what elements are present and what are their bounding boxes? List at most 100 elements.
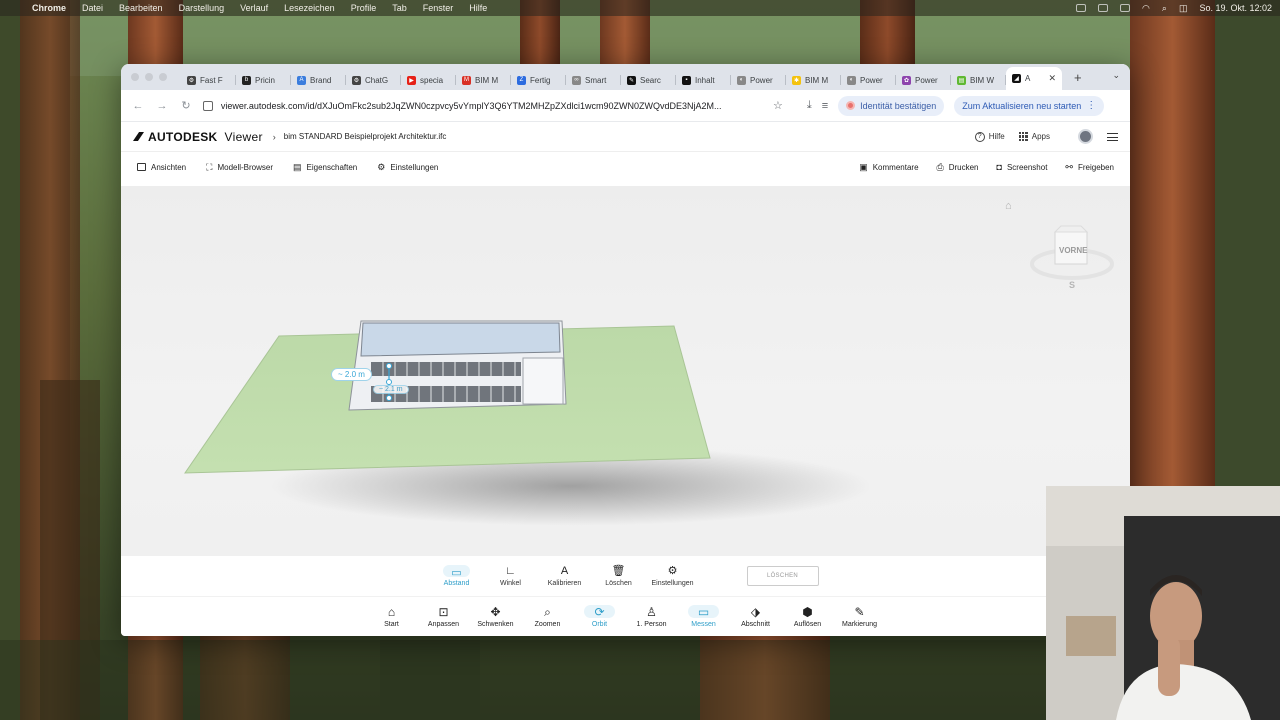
hamburger-menu-icon[interactable] bbox=[1107, 132, 1118, 141]
control-center-icon[interactable]: ◫ bbox=[1179, 3, 1188, 14]
apps-button[interactable]: Apps bbox=[1018, 132, 1050, 141]
nav-tool-orbit[interactable]: ⟳ Orbit bbox=[576, 605, 624, 628]
autodesk-logo[interactable]: AUTODESK Viewer bbox=[133, 130, 263, 144]
nav-tool-markup[interactable]: ✎ Markierung bbox=[836, 605, 884, 629]
tab-label: Smart bbox=[585, 75, 607, 85]
nav-tool-fit[interactable]: ⊡ Anpassen bbox=[420, 605, 468, 629]
back-arrow-icon[interactable]: ← bbox=[131, 100, 145, 112]
tab-label: A bbox=[1025, 74, 1031, 83]
new-tab-button[interactable]: + bbox=[1074, 70, 1082, 85]
model-browser-button[interactable]: ⛶ Modell-Browser bbox=[206, 162, 273, 173]
menu-item-datei[interactable]: Datei bbox=[82, 3, 103, 13]
nav-tool-pan[interactable]: ✥ Schwenken bbox=[472, 605, 520, 629]
battery-icon[interactable] bbox=[1120, 4, 1131, 12]
display-icon[interactable] bbox=[1098, 4, 1109, 12]
menu-item-lesezeichen[interactable]: Lesezeichen bbox=[284, 3, 335, 13]
close-window-button[interactable] bbox=[131, 73, 139, 81]
measure-tool-gear[interactable]: ⚙ Einstellungen bbox=[649, 565, 697, 587]
nav-tool-zoom[interactable]: ⌕ Zoomen bbox=[524, 605, 572, 629]
browser-tab[interactable]: A Brand bbox=[291, 70, 346, 90]
url-omnibox[interactable]: viewer.autodesk.com/id/dXJuOmFkc2sub2JqZ… bbox=[203, 94, 763, 118]
bookmark-star-icon[interactable]: ☆ bbox=[773, 99, 783, 112]
menubar-datetime[interactable]: So. 19. Okt. 12:02 bbox=[1199, 3, 1272, 13]
measure-tool-angle[interactable]: ∟ Winkel bbox=[487, 565, 535, 587]
nav-tool-section[interactable]: ⬗ Abschnitt bbox=[732, 605, 780, 629]
nav-tool-person[interactable]: ♙ 1. Person bbox=[628, 605, 676, 629]
browser-tab[interactable]: ▶ specia bbox=[401, 70, 456, 90]
wifi-icon[interactable]: ◠ bbox=[1142, 3, 1150, 14]
browser-tab[interactable]: ∞ Smart bbox=[566, 70, 621, 90]
browser-tab[interactable]: ✿ Power bbox=[896, 70, 951, 90]
viewcube-front-face[interactable]: VORNE bbox=[1059, 246, 1087, 255]
menu-app-name[interactable]: Chrome bbox=[32, 3, 66, 13]
tab-label: Fast F bbox=[200, 75, 223, 85]
menu-item-profile[interactable]: Profile bbox=[351, 3, 377, 13]
menu-item-hilfe[interactable]: Hilfe bbox=[469, 3, 487, 13]
browser-tab[interactable]: ▤ BIM W bbox=[951, 70, 1006, 90]
nav-tool-home[interactable]: ⌂ Start bbox=[368, 605, 416, 629]
browser-tab[interactable]: ✱ BIM M bbox=[786, 70, 841, 90]
minimize-window-button[interactable] bbox=[145, 73, 153, 81]
menu-item-tab[interactable]: Tab bbox=[392, 3, 407, 13]
viewcube[interactable]: VORNE S bbox=[1030, 222, 1117, 290]
help-button[interactable]: ? Hilfe bbox=[974, 131, 1005, 142]
reading-list-icon[interactable]: ≡ bbox=[822, 100, 828, 112]
measure-tool-label: Löschen bbox=[605, 580, 632, 587]
user-avatar[interactable] bbox=[1078, 129, 1093, 144]
browser-tab[interactable]: ◐ Power bbox=[841, 70, 896, 90]
menu-item-verlauf[interactable]: Verlauf bbox=[240, 3, 268, 13]
measure-tool-trash[interactable]: 🗑 Löschen bbox=[595, 565, 643, 587]
forward-arrow-icon[interactable]: → bbox=[155, 100, 169, 112]
browser-tab[interactable]: ✎ Searc bbox=[621, 70, 676, 90]
menu-item-darstellung[interactable]: Darstellung bbox=[179, 3, 225, 13]
browser-tab[interactable]: Z Fertig bbox=[511, 70, 566, 90]
browser-tab[interactable]: ⚙ ChatG bbox=[346, 70, 401, 90]
measure-label-1[interactable]: ~ 2.0 m bbox=[331, 368, 372, 381]
views-button[interactable]: Ansichten bbox=[137, 163, 186, 172]
maximize-window-button[interactable] bbox=[159, 73, 167, 81]
download-icon[interactable]: ⤓ bbox=[807, 99, 812, 112]
browser-tab[interactable]: ▪ Inhalt bbox=[676, 70, 731, 90]
tab-search-chevron-icon[interactable]: ⌄ bbox=[1112, 70, 1120, 81]
nav-tool-measure[interactable]: ▭ Messen bbox=[680, 605, 728, 628]
chevron-right-icon: › bbox=[272, 131, 276, 142]
tab-favicon-icon: ◢ bbox=[1012, 74, 1021, 83]
settings-button[interactable]: ⚙ Einstellungen bbox=[377, 162, 438, 173]
screenshot-button[interactable]: ◘ Screenshot bbox=[997, 162, 1048, 173]
reload-icon[interactable]: ↻ bbox=[179, 99, 193, 112]
clear-measurements-button[interactable]: LÖSCHEN bbox=[746, 566, 819, 586]
tab-label: Power bbox=[915, 75, 938, 85]
viewcube-home-icon[interactable]: ⌂ bbox=[1005, 200, 1012, 212]
model-filename: bim STANDARD Beispielprojekt Architektur… bbox=[283, 132, 447, 141]
nav-tool-explode[interactable]: ⬢ Auflösen bbox=[784, 605, 832, 629]
site-info-icon[interactable] bbox=[203, 100, 213, 111]
measure-tool-calibrate[interactable]: A Kalibrieren bbox=[541, 565, 589, 587]
url-text[interactable]: viewer.autodesk.com/id/dXJuOmFkc2sub2JqZ… bbox=[221, 101, 763, 111]
viewer-product-name: Viewer bbox=[224, 129, 263, 144]
search-icon[interactable]: ⌕ bbox=[1162, 3, 1167, 14]
kebab-menu-icon[interactable]: ⋮ bbox=[1086, 100, 1096, 111]
comments-button[interactable]: ▣ Kommentare bbox=[859, 162, 918, 173]
3d-viewport-canvas[interactable]: ~ 2.0 m ~ 2.1 m ⌂ VORNE S bbox=[121, 186, 1130, 556]
browser-tab[interactable]: ⚙ Fast F bbox=[181, 70, 236, 90]
menu-item-bearbeiten[interactable]: Bearbeiten bbox=[119, 3, 163, 13]
tab-label: Searc bbox=[640, 75, 661, 85]
tab-label: BIM M bbox=[805, 75, 829, 85]
properties-button[interactable]: ▤ Eigenschaften bbox=[293, 162, 357, 173]
screen-record-icon[interactable] bbox=[1076, 4, 1087, 12]
relaunch-update-button[interactable]: Zum Aktualisieren neu starten ⋮ bbox=[954, 95, 1105, 116]
browser-tab[interactable]: b Pricin bbox=[236, 70, 291, 90]
share-button[interactable]: ⚯ Freigeben bbox=[1065, 162, 1114, 173]
browser-tab[interactable]: M BIM M bbox=[456, 70, 511, 90]
print-button[interactable]: ⎙ Drucken bbox=[937, 162, 979, 173]
measure-label-2[interactable]: ~ 2.1 m bbox=[373, 385, 409, 394]
browser-tab[interactable]: ◐ Power bbox=[731, 70, 786, 90]
identity-verify-button[interactable]: Identität bestätigen bbox=[838, 95, 945, 116]
building-model-render[interactable] bbox=[121, 186, 1130, 556]
menu-item-fenster[interactable]: Fenster bbox=[423, 3, 454, 13]
tab-label: ChatG bbox=[365, 75, 389, 85]
measure-tool-ruler[interactable]: ▭ Abstand bbox=[433, 565, 481, 587]
tab-active[interactable]: ◢ A ✕ bbox=[1006, 67, 1062, 90]
nav-tool-label: Auflösen bbox=[793, 621, 822, 628]
close-tab-icon[interactable]: ✕ bbox=[1048, 73, 1056, 84]
